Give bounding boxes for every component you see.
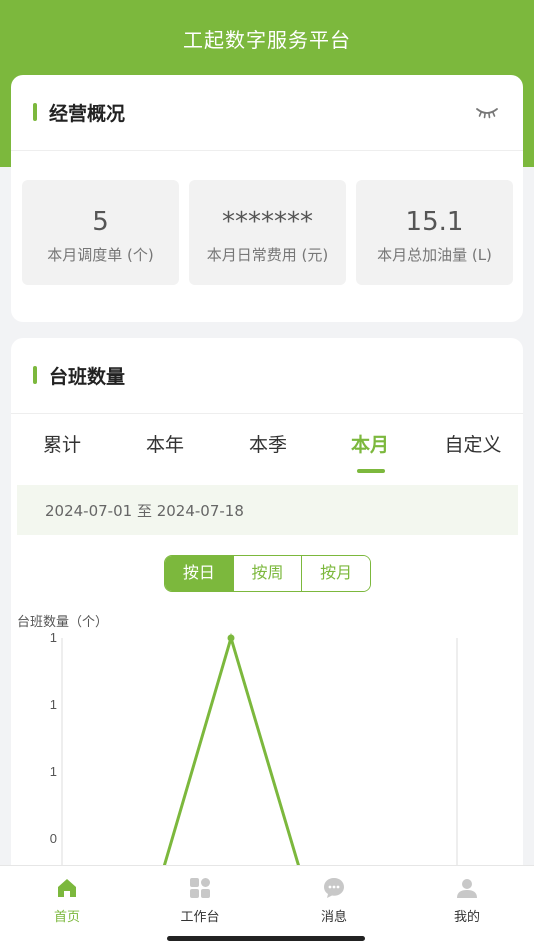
message-icon: [324, 878, 344, 898]
active-tab-indicator: [357, 469, 385, 473]
stat-fuel-total[interactable]: 15.1 本月总加油量 (L): [356, 180, 513, 285]
overview-card: 经营概况 5 本月调度单 (个) ******* 本月日常费用 (元) 15.1…: [11, 75, 523, 322]
tabbar-workbench[interactable]: 工作台: [150, 876, 250, 925]
date-range-bar[interactable]: 2024-07-01 至 2024-07-18: [17, 485, 518, 535]
tab-cumulative[interactable]: 累计: [12, 430, 112, 457]
tab-this-quarter[interactable]: 本季: [218, 430, 318, 457]
segment-by-day[interactable]: 按日: [165, 556, 234, 591]
overview-header: 经营概况: [11, 75, 523, 151]
overview-title: 经营概况: [49, 103, 126, 125]
tabbar-label: 消息: [320, 910, 347, 925]
home-indicator: [167, 936, 365, 941]
series-line: [159, 632, 304, 878]
stat-label: 本月调度单 (个): [47, 246, 154, 264]
home-icon: [58, 879, 76, 897]
stat-value: *******: [222, 207, 313, 237]
segment-by-week[interactable]: 按周: [233, 556, 303, 591]
granularity-switch: 按日 按周 按月: [164, 555, 371, 592]
tabbar-home[interactable]: 首页: [17, 876, 117, 925]
tab-this-year[interactable]: 本年: [115, 430, 215, 457]
y-tick-label: 1: [50, 764, 57, 779]
stat-daily-expense[interactable]: ******* 本月日常费用 (元): [189, 180, 346, 285]
stat-value: 5: [92, 207, 109, 237]
shift-count-chart: 1 1 1 0: [50, 630, 458, 878]
workbench-icon: [190, 878, 210, 898]
stat-label: 本月日常费用 (元): [206, 246, 329, 264]
tabbar-messages[interactable]: 消息: [284, 876, 384, 925]
stat-dispatch-orders[interactable]: 5 本月调度单 (个): [22, 180, 179, 285]
section-accent-bar: [33, 366, 37, 384]
tabbar-profile[interactable]: 我的: [417, 876, 517, 925]
y-tick-label: 1: [50, 630, 57, 645]
shifts-header: 台班数量: [11, 338, 523, 414]
hide-eye-icon[interactable]: [475, 103, 499, 121]
tab-custom[interactable]: 自定义: [423, 430, 523, 457]
profile-icon: [457, 879, 477, 898]
stat-value: 15.1: [405, 207, 464, 237]
shifts-title: 台班数量: [49, 366, 126, 388]
app-title: 工起数字服务平台: [183, 28, 351, 52]
stat-label: 本月总加油量 (L): [377, 246, 492, 264]
shifts-card: 台班数量 累计 本年 本季 本月 自定义 2024-07-01 至 2024-0…: [11, 338, 523, 878]
data-point[interactable]: [227, 634, 235, 642]
tabbar-label: 首页: [53, 910, 80, 925]
y-tick-label: 0: [50, 831, 57, 846]
date-range-text: 2024-07-01 至 2024-07-18: [45, 502, 244, 520]
tab-this-month[interactable]: 本月: [320, 430, 420, 457]
tabbar-label: 工作台: [180, 910, 220, 925]
section-accent-bar: [33, 103, 37, 121]
period-tabs: 累计 本年 本季 本月 自定义: [11, 422, 523, 472]
y-tick-label: 1: [50, 697, 57, 712]
tabbar-label: 我的: [453, 910, 480, 925]
segment-by-month[interactable]: 按月: [302, 556, 370, 591]
